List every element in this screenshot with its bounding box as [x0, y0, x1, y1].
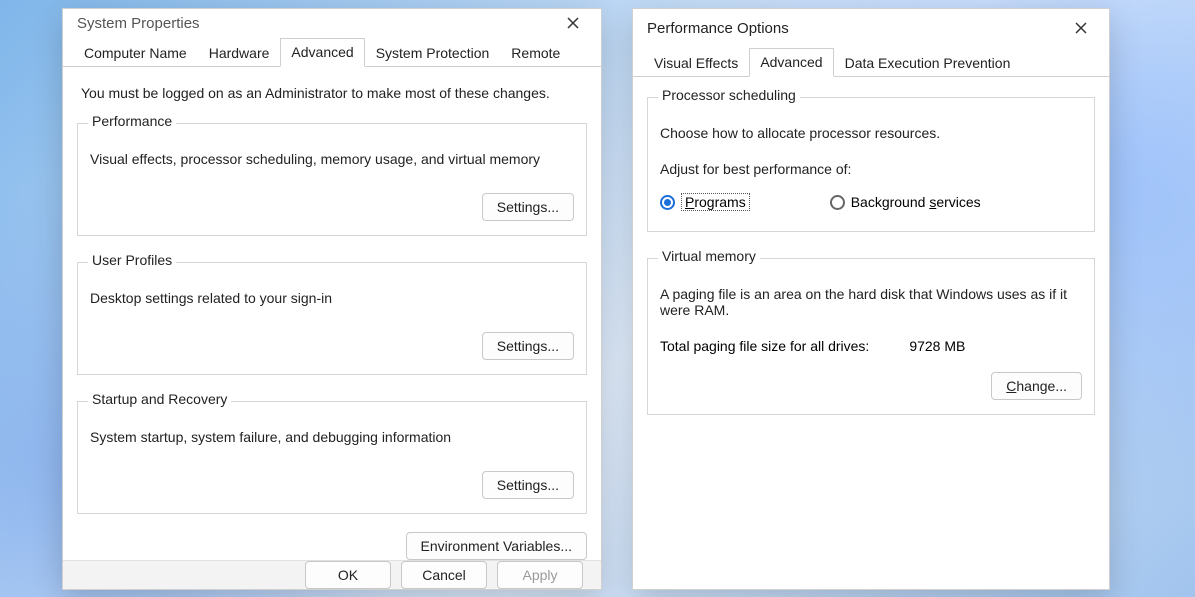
user-profiles-desc: Desktop settings related to your sign-in	[90, 290, 574, 306]
apply-button[interactable]: Apply	[497, 561, 583, 589]
tab-advanced[interactable]: Advanced	[749, 48, 833, 77]
change-button[interactable]: Change...	[991, 372, 1082, 400]
window-title: System Properties	[77, 15, 200, 32]
environment-variables-button[interactable]: Environment Variables...	[406, 532, 587, 560]
tab-remote[interactable]: Remote	[500, 39, 571, 67]
performance-desc: Visual effects, processor scheduling, me…	[90, 151, 574, 167]
close-icon[interactable]	[559, 9, 587, 37]
performance-group: Performance Visual effects, processor sc…	[77, 115, 587, 236]
cancel-button[interactable]: Cancel	[401, 561, 487, 589]
startup-recovery-group: Startup and Recovery System startup, sys…	[77, 393, 587, 514]
startup-recovery-settings-button[interactable]: Settings...	[482, 471, 574, 499]
dialog-footer: OK Cancel Apply	[63, 560, 601, 589]
close-icon[interactable]	[1067, 14, 1095, 42]
performance-options-window: Performance Options Visual Effects Advan…	[632, 8, 1110, 590]
radio-dot-icon	[660, 195, 675, 210]
tab-dep[interactable]: Data Execution Prevention	[834, 49, 1022, 77]
virtual-memory-legend: Virtual memory	[658, 248, 760, 264]
system-properties-window: System Properties Computer Name Hardware…	[62, 8, 602, 590]
titlebar: System Properties	[63, 9, 601, 37]
adjust-label: Adjust for best performance of:	[660, 161, 1082, 177]
total-paging-label: Total paging file size for all drives:	[660, 338, 869, 354]
virtual-memory-desc: A paging file is an area on the hard dis…	[660, 286, 1082, 318]
radio-background-services[interactable]: Background services	[830, 194, 981, 210]
tab-strip: Visual Effects Advanced Data Execution P…	[633, 47, 1109, 77]
admin-note: You must be logged on as an Administrato…	[81, 85, 583, 101]
user-profiles-group: User Profiles Desktop settings related t…	[77, 254, 587, 375]
startup-recovery-desc: System startup, system failure, and debu…	[90, 429, 574, 445]
user-profiles-settings-button[interactable]: Settings...	[482, 332, 574, 360]
radio-programs-label: Programs	[681, 193, 750, 211]
startup-recovery-legend: Startup and Recovery	[88, 391, 231, 407]
virtual-memory-group: Virtual memory A paging file is an area …	[647, 250, 1095, 415]
tab-hardware[interactable]: Hardware	[198, 39, 281, 67]
performance-legend: Performance	[88, 113, 176, 129]
processor-scheduling-group: Processor scheduling Choose how to alloc…	[647, 89, 1095, 232]
total-paging-value: 9728 MB	[909, 338, 965, 354]
window-title: Performance Options	[647, 20, 789, 37]
tab-system-protection[interactable]: System Protection	[365, 39, 501, 67]
titlebar: Performance Options	[633, 9, 1109, 47]
tab-visual-effects[interactable]: Visual Effects	[643, 49, 749, 77]
radio-dot-icon	[830, 195, 845, 210]
tab-computer-name[interactable]: Computer Name	[73, 39, 198, 67]
performance-settings-button[interactable]: Settings...	[482, 193, 574, 221]
tab-advanced[interactable]: Advanced	[280, 38, 364, 67]
processor-scheduling-desc: Choose how to allocate processor resourc…	[660, 125, 1082, 141]
radio-background-label: Background services	[851, 194, 981, 210]
ok-button[interactable]: OK	[305, 561, 391, 589]
client-area: Processor scheduling Choose how to alloc…	[633, 77, 1109, 589]
radio-programs[interactable]: Programs	[660, 193, 750, 211]
user-profiles-legend: User Profiles	[88, 252, 176, 268]
tab-strip: Computer Name Hardware Advanced System P…	[63, 37, 601, 67]
client-area: You must be logged on as an Administrato…	[63, 67, 601, 560]
processor-scheduling-legend: Processor scheduling	[658, 87, 800, 103]
